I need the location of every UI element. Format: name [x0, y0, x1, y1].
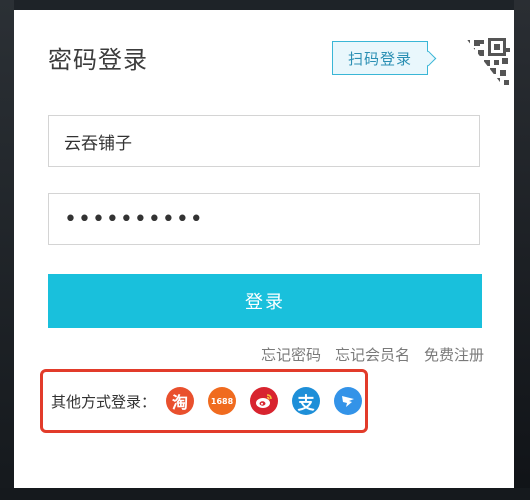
alipay-icon[interactable]: 支 [292, 387, 321, 415]
password-input[interactable] [48, 193, 480, 245]
background-right [514, 0, 530, 500]
other-login-label: 其他方式登录： [51, 392, 157, 411]
username-input[interactable] [48, 115, 480, 167]
alipay-glyph: 支 [297, 393, 315, 414]
account-links: 忘记密码 忘记会员名 免费注册 [261, 344, 484, 365]
other-login-methods: 其他方式登录： 淘 1688 支 [40, 369, 368, 433]
dingtalk-icon[interactable] [334, 387, 363, 415]
page-title: 密码登录 [48, 46, 148, 74]
login-button[interactable]: 登录 [48, 274, 482, 328]
forgot-username-link[interactable]: 忘记会员名 [335, 344, 410, 365]
taobao-glyph: 淘 [172, 393, 189, 412]
login-card: 密码登录 扫码登录 云吞铺子 •••••••••• 登录 忘记密码 忘记会员名 … [14, 10, 514, 488]
qr-login-tooltip[interactable]: 扫码登录 [332, 41, 428, 75]
1688-glyph: 1688 [210, 396, 234, 406]
weibo-icon[interactable] [250, 387, 279, 415]
qr-code-icon[interactable] [444, 10, 514, 100]
taobao-icon[interactable]: 淘 [166, 387, 195, 415]
register-link[interactable]: 免费注册 [424, 344, 484, 365]
background-bottom [0, 488, 530, 500]
forgot-password-link[interactable]: 忘记密码 [261, 344, 321, 365]
background-left [0, 0, 14, 500]
1688-icon[interactable]: 1688 [208, 387, 237, 415]
